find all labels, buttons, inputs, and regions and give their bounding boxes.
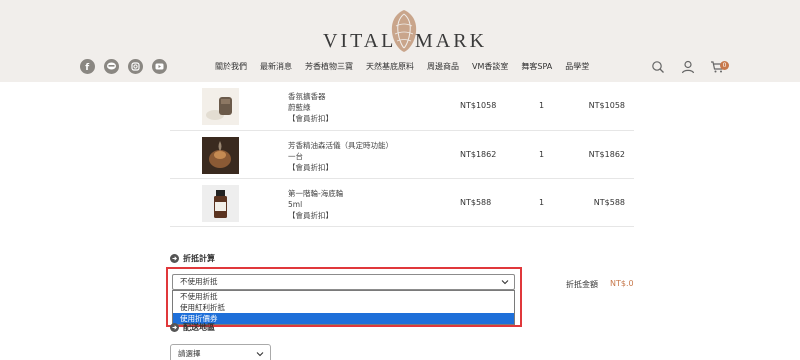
nav-aroma-plants[interactable]: 芳香植物三寶 (305, 61, 353, 72)
discount-select-value: 不使用折抵 (180, 277, 218, 286)
instagram-icon[interactable] (128, 59, 143, 74)
product-name[interactable]: 香氛擴香器 (288, 91, 333, 102)
discount-section-title: 折抵計算 (170, 253, 215, 264)
discount-option-coupon[interactable]: 使用折價券 (173, 313, 514, 324)
cart-icon[interactable]: 0 (710, 59, 729, 75)
site-header: VITAL MARK f 關於我們 最新消息 芳香植物三寶 天然基底原料 周邊商… (0, 0, 800, 82)
logo-text-vital: VITAL (323, 30, 397, 52)
table-row: 芳香精油森活儀（具定時功能） 一台 【會員折扣】 NT$1862 1 NT$18… (170, 131, 634, 179)
line-subtotal: NT$1058 (588, 101, 625, 110)
product-name[interactable]: 芳香精油森活儀（具定時功能） (288, 140, 393, 151)
header-tools: 0 (650, 59, 729, 75)
product-thumbnail[interactable] (202, 185, 239, 222)
discount-select[interactable]: 不使用折抵 (172, 274, 515, 290)
user-icon[interactable] (680, 59, 696, 75)
member-discount-tag: 【會員折扣】 (288, 114, 333, 123)
nav-news[interactable]: 最新消息 (260, 61, 292, 72)
member-discount-tag: 【會員折扣】 (288, 211, 333, 220)
line-subtotal: NT$1862 (588, 150, 625, 159)
order-items: 香氛擴香器 蔚藍綠 【會員折扣】 NT$1058 1 NT$1058 芳香精油森… (170, 82, 634, 227)
delivery-region-select[interactable]: 請選擇 (170, 344, 271, 360)
nav-accessories[interactable]: 周邊商品 (427, 61, 459, 72)
facebook-icon[interactable]: f (80, 59, 95, 74)
nav-spa[interactable]: 舞客SPA (521, 61, 552, 72)
product-thumbnail[interactable] (202, 88, 239, 125)
nav-academy[interactable]: 品學堂 (565, 61, 589, 72)
product-name[interactable]: 第一階輪-海底輪 (288, 188, 343, 199)
product-spec: 一台 (288, 152, 303, 161)
discount-title-text: 折抵計算 (183, 254, 215, 263)
social-links: f (80, 59, 167, 74)
product-spec: 蔚藍綠 (288, 103, 311, 112)
quantity: 1 (539, 150, 545, 159)
product-thumbnail[interactable] (202, 137, 239, 174)
svg-text:f: f (85, 63, 89, 73)
youtube-icon[interactable] (152, 59, 167, 74)
nav-base-materials[interactable]: 天然基底原料 (366, 61, 414, 72)
arrow-right-circle-icon (170, 323, 179, 332)
logo-text-mark: MARK (415, 30, 488, 52)
discount-option-bonus[interactable]: 使用紅利折抵 (173, 302, 514, 313)
arrow-right-circle-icon (170, 254, 179, 263)
unit-price: NT$588 (460, 198, 492, 207)
cart-count-badge: 0 (720, 61, 729, 70)
product-info: 芳香精油森活儀（具定時功能） 一台 【會員折扣】 (288, 140, 393, 173)
delivery-section-title: 配送地區 (170, 322, 215, 333)
product-spec: 5ml (288, 200, 303, 209)
main-nav: 關於我們 最新消息 芳香植物三寶 天然基底原料 周邊商品 VM香談室 舞客SPA… (215, 61, 602, 72)
delivery-title-text: 配送地區 (183, 323, 215, 332)
product-info: 香氛擴香器 蔚藍綠 【會員折扣】 (288, 91, 333, 124)
chevron-down-icon (256, 352, 264, 357)
discount-option-none[interactable]: 不使用折抵 (173, 291, 514, 302)
line-subtotal: NT$588 (593, 198, 625, 207)
discount-amount-label: 折抵金額 (566, 280, 598, 289)
unit-price: NT$1058 (460, 101, 497, 110)
brand-logo[interactable]: VITAL MARK (321, 8, 487, 54)
discount-amount-value: NT$.0 (610, 279, 634, 288)
quantity: 1 (539, 101, 545, 110)
quantity: 1 (539, 198, 545, 207)
discount-options-list: 不使用折抵 使用紅利折抵 使用折價券 (172, 290, 515, 325)
nav-vm-room[interactable]: VM香談室 (472, 61, 508, 72)
member-discount-tag: 【會員折扣】 (288, 163, 333, 172)
delivery-select-value: 請選擇 (178, 349, 201, 358)
table-row: 香氛擴香器 蔚藍綠 【會員折扣】 NT$1058 1 NT$1058 (170, 82, 634, 131)
chevron-down-icon (501, 280, 509, 285)
table-row: 第一階輪-海底輪 5ml 【會員折扣】 NT$588 1 NT$588 (170, 179, 634, 227)
nav-about[interactable]: 關於我們 (215, 61, 247, 72)
unit-price: NT$1862 (460, 150, 497, 159)
search-icon[interactable] (650, 59, 666, 75)
line-icon[interactable] (104, 59, 119, 74)
product-info: 第一階輪-海底輪 5ml 【會員折扣】 (288, 188, 343, 221)
